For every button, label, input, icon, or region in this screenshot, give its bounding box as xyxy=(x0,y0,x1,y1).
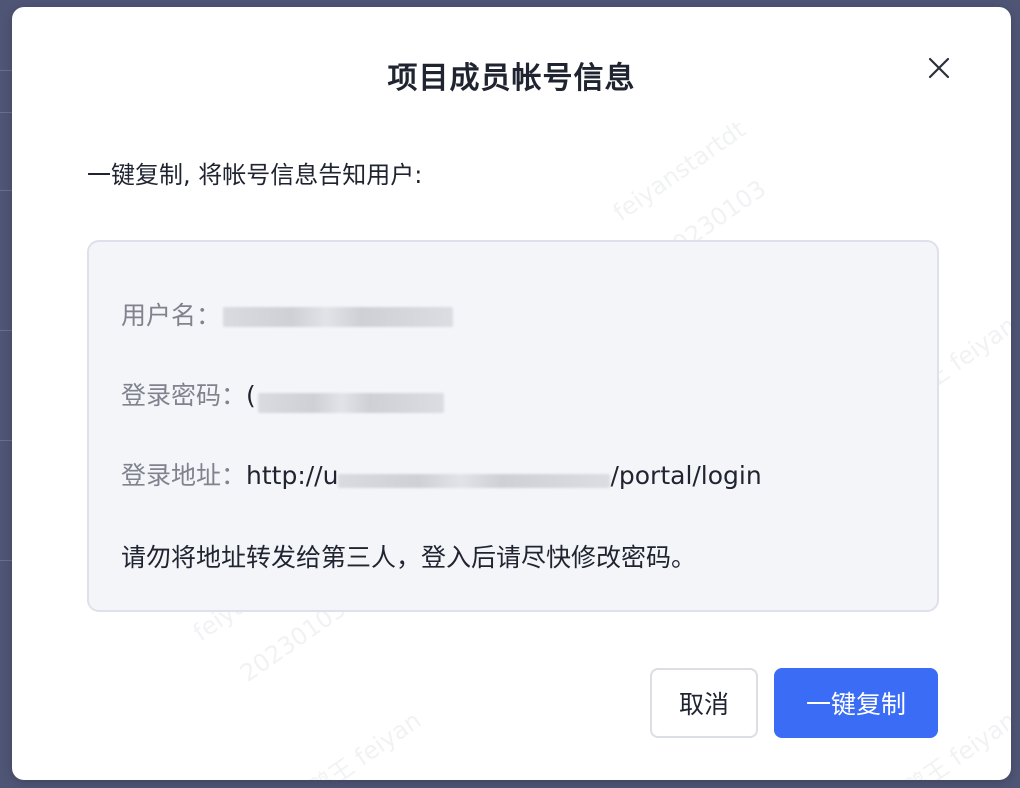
dialog-title: 项目成员帐号信息 xyxy=(387,61,636,96)
intro-text: 一键复制, 将帐号信息告知用户: xyxy=(87,161,423,189)
password-redacted xyxy=(257,393,444,413)
password-label: 登录密码： xyxy=(121,381,247,410)
address-prefix: http://u xyxy=(246,461,339,490)
password-row: 登录密码：( xyxy=(121,376,444,413)
account-info-box: 用户名： 登录密码：( 登录地址：http://u/portal/login 请… xyxy=(87,240,939,612)
cancel-button[interactable]: 取消 xyxy=(650,668,758,738)
address-label: 登录地址： xyxy=(121,461,247,490)
username-label: 用户名： xyxy=(121,301,222,330)
username-row: 用户名： xyxy=(121,296,454,332)
close-button[interactable] xyxy=(924,53,954,83)
account-info-dialog: feiyanstartdt 20230103 企鹅王 feiyan 企鹅王 fe… xyxy=(12,7,1011,780)
username-redacted xyxy=(223,307,454,327)
security-notice: 请勿将地址转发给第三人，登入后请尽快修改密码。 xyxy=(121,543,697,572)
address-row: 登录地址：http://u/portal/login xyxy=(121,456,762,492)
address-suffix: /portal/login xyxy=(610,461,762,490)
close-icon xyxy=(928,57,950,79)
copy-all-button[interactable]: 一键复制 xyxy=(774,668,938,738)
watermark: feiyanstartdt xyxy=(607,115,751,227)
password-prefix: ( xyxy=(246,381,256,410)
watermark: 企鹅王 feiyan xyxy=(284,706,427,780)
address-redacted xyxy=(338,474,611,488)
